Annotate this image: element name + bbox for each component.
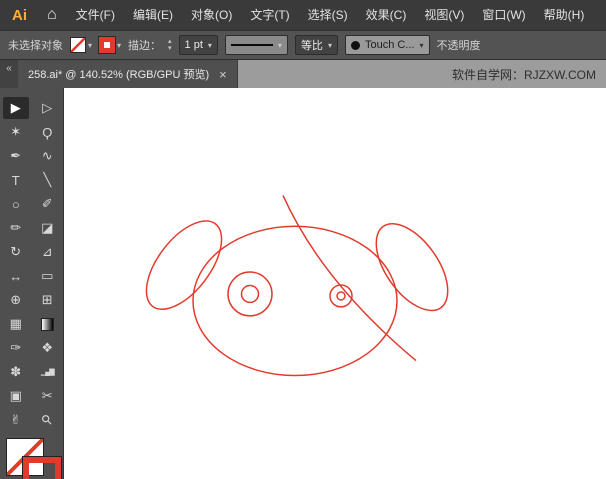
stroke-style-combo[interactable]: ▾	[224, 35, 288, 55]
brush-name: Touch C...	[364, 39, 415, 51]
column-graph-tool[interactable]: ▁▄▇	[34, 361, 60, 383]
opacity-label: 不透明度	[436, 40, 481, 52]
tab-strip-spacer: 软件自学网：RJZXW.COM	[238, 60, 606, 88]
home-icon[interactable]: ⌂	[37, 6, 67, 24]
toolbar-color-swatches	[6, 438, 62, 479]
width-profile-combo[interactable]: 等比 ▾	[294, 35, 338, 55]
brush-preview-icon	[350, 40, 360, 50]
stepper-down-icon[interactable]: ▾	[168, 45, 172, 52]
direct-selection-tool[interactable]: ▷	[34, 97, 60, 119]
scale-tool[interactable]: ⊿	[34, 241, 60, 263]
rotate-tool[interactable]: ↻	[3, 241, 29, 263]
menu-bar: Ai ⌂ 文件(F) 编辑(E) 对象(O) 文字(T) 选择(S) 效果(C) 视图(V)…	[0, 0, 606, 30]
hand-tool[interactable]: ✌	[3, 409, 29, 431]
ellipse-tool[interactable]: ○	[3, 193, 29, 215]
stepper-up-icon[interactable]: ▴	[168, 38, 172, 45]
illustrator-logo[interactable]: Ai	[0, 7, 37, 24]
menu-window[interactable]: 窗口(W)	[473, 0, 534, 30]
selection-status: 未选择对象	[8, 40, 63, 52]
stroke-weight-value: 1 pt	[184, 39, 203, 51]
main-area: ▶ ▷ ✶ Ϙ ✒ ∿ T ╲ ○ ✐ ✏ ◪ ↻ ⊿ ↔ ▭ ⊕ ⊞ ▦ ✑ ❖ ✽ ▁▄▇ ▣ ✂ ✌ ⚲	[0, 88, 606, 479]
right-ear-shape	[375, 222, 449, 312]
shape-builder-tool[interactable]: ⊕	[3, 289, 29, 311]
gradient-tool[interactable]	[34, 313, 60, 335]
stroke-weight-caret-icon[interactable]: ▾	[208, 41, 212, 50]
watermark-text: 软件自学网：RJZXW.COM	[452, 67, 596, 82]
free-transform-tool[interactable]: ▭	[34, 265, 60, 287]
illustrator-window: Ai ⌂ 文件(F) 编辑(E) 对象(O) 文字(T) 选择(S) 效果(C) 视图(V)…	[0, 0, 606, 479]
stroke-style-caret-icon[interactable]: ▾	[278, 41, 282, 50]
width-profile-caret-icon[interactable]: ▾	[328, 41, 332, 50]
eyedropper-tool[interactable]: ✑	[3, 337, 29, 359]
menu-object[interactable]: 对象(O)	[182, 0, 241, 30]
stroke-weight-label: 描边：	[128, 40, 162, 52]
gradient-swatch-icon	[40, 317, 54, 331]
stroke-style-line-icon	[230, 44, 273, 46]
toolbar-collapse-button[interactable]: «	[0, 60, 18, 88]
right-eye-inner-shape	[336, 291, 346, 301]
selection-tool[interactable]: ▶	[2, 97, 29, 119]
menu-list: 文件(F) 编辑(E) 对象(O) 文字(T) 选择(S) 效果(C) 视图(V) 窗口(W)…	[67, 0, 594, 30]
menu-effect[interactable]: 效果(C)	[357, 0, 416, 30]
tools-panel: ▶ ▷ ✶ Ϙ ✒ ∿ T ╲ ○ ✐ ✏ ◪ ↻ ⊿ ↔ ▭ ⊕ ⊞ ▦ ✑ ❖ ✽ ▁▄▇ ▣ ✂ ✌ ⚲	[0, 88, 64, 479]
left-ear-shape	[145, 220, 223, 310]
artboard-tool[interactable]: ▣	[3, 385, 29, 407]
stroke-color-swatch-icon[interactable]	[98, 36, 117, 54]
menu-view[interactable]: 视图(V)	[415, 0, 473, 30]
stroke-weight-combo[interactable]: 1 pt ▾	[178, 35, 218, 55]
fill-color-control[interactable]: ▾	[70, 37, 92, 53]
brush-definition-combo[interactable]: Touch C... ▾	[344, 35, 430, 55]
tab-close-icon[interactable]: ×	[219, 67, 227, 82]
width-profile-value: 等比	[300, 40, 323, 52]
document-tab-title: 258.ai* @ 140.52% (RGB/GPU 预览)	[28, 69, 210, 81]
paintbrush-tool[interactable]: ✐	[34, 193, 60, 215]
width-tool[interactable]: ↔	[3, 265, 29, 287]
line-segment-tool[interactable]: ╲	[34, 169, 60, 191]
menu-file[interactable]: 文件(F)	[67, 0, 124, 30]
symbol-sprayer-tool[interactable]: ✽	[3, 361, 29, 383]
left-eye-inner-shape	[240, 284, 260, 304]
menu-select[interactable]: 选择(S)	[299, 0, 357, 30]
stroke-swatch[interactable]	[22, 456, 62, 479]
pencil-tool[interactable]: ✏	[3, 217, 29, 239]
puppy-sketch	[145, 195, 449, 377]
mesh-tool[interactable]: ▦	[3, 313, 29, 335]
control-bar: 未选择对象 ▾ ▾ 描边： ▴ ▾ 1 pt ▾ ▾ 等比 ▾ Touch C.…	[0, 30, 606, 60]
stroke-dropdown-caret-icon[interactable]: ▾	[117, 41, 121, 50]
lasso-tool[interactable]: Ϙ	[34, 121, 60, 143]
type-tool[interactable]: T	[3, 169, 29, 191]
left-eye-outer-shape	[227, 271, 273, 317]
menu-type[interactable]: 文字(T)	[241, 0, 298, 30]
eraser-tool[interactable]: ◪	[34, 217, 60, 239]
menu-edit[interactable]: 编辑(E)	[124, 0, 182, 30]
document-tab[interactable]: 258.ai* @ 140.52% (RGB/GPU 预览) ×	[18, 60, 238, 88]
brush-caret-icon[interactable]: ▾	[419, 41, 423, 50]
fill-dropdown-caret-icon[interactable]: ▾	[88, 41, 92, 50]
document-tab-bar: « 258.ai* @ 140.52% (RGB/GPU 预览) × 软件自学网…	[0, 60, 606, 88]
stroke-weight-stepper[interactable]: ▴ ▾	[168, 38, 172, 52]
zoom-tool[interactable]: ⚲	[30, 403, 64, 437]
blend-tool[interactable]: ❖	[34, 337, 60, 359]
head-shape	[192, 225, 398, 377]
pen-tool[interactable]: ✒	[3, 145, 29, 167]
perspective-grid-tool[interactable]: ⊞	[34, 289, 60, 311]
magic-wand-tool[interactable]: ✶	[3, 121, 29, 143]
diagonal-guide-line	[282, 195, 417, 362]
curvature-tool[interactable]: ∿	[34, 145, 60, 167]
menu-help[interactable]: 帮助(H)	[535, 0, 594, 30]
stroke-color-control[interactable]: ▾	[98, 36, 121, 54]
artboard-canvas[interactable]	[64, 88, 606, 479]
tool-grid: ▶ ▷ ✶ Ϙ ✒ ∿ T ╲ ○ ✐ ✏ ◪ ↻ ⊿ ↔ ▭ ⊕ ⊞ ▦ ✑ ❖ ✽ ▁▄▇ ▣ ✂ ✌ ⚲	[0, 96, 63, 432]
fill-none-swatch-icon[interactable]	[70, 37, 86, 53]
